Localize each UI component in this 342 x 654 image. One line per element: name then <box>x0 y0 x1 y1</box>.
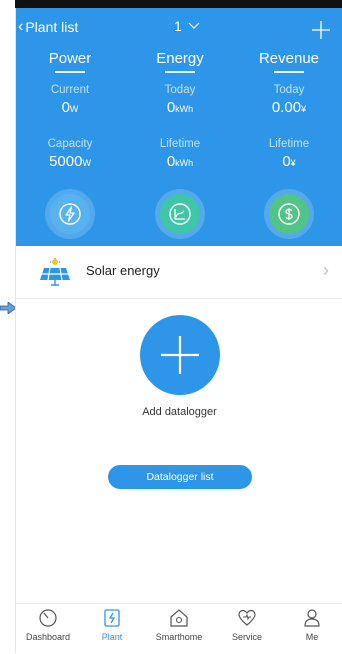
tab-underline <box>165 71 195 73</box>
lifetime-revenue-stat: Lifetime 0¥ <box>249 138 329 170</box>
top-nav: ‹ Plant list 1 <box>16 18 342 42</box>
add-datalogger-label: Add datalogger <box>142 406 217 418</box>
nav-service-label: Service <box>231 632 262 642</box>
lifetime-energy-value: 0kWh <box>166 153 194 170</box>
lifetime-revenue-label: Lifetime <box>268 138 310 150</box>
capacity-label: Capacity <box>47 138 93 150</box>
today-energy-label: Today <box>164 84 196 96</box>
plus-icon <box>161 336 199 374</box>
plus-icon <box>312 21 330 39</box>
capacity-value: 5000W <box>49 153 91 170</box>
chart-icon <box>169 203 191 225</box>
current-value: 0W <box>61 99 79 116</box>
tab-energy-label: Energy <box>156 50 204 67</box>
tab-revenue-label: Revenue <box>258 50 320 67</box>
nav-me-label: Me <box>305 632 319 642</box>
status-bar-strip <box>15 0 342 8</box>
plant-icon <box>104 609 120 627</box>
solar-energy-row[interactable]: Solar energy › <box>16 246 342 299</box>
lifetime-energy-stat: Lifetime 0kWh <box>140 138 220 170</box>
revenue-detail-button[interactable] <box>269 194 309 234</box>
pointer-arrow-icon <box>0 302 16 314</box>
nav-smarthome-label: Smarthome <box>155 632 203 642</box>
capacity-stat: Capacity 5000W <box>30 138 110 170</box>
back-label: Plant list <box>25 19 79 35</box>
lifetime-energy-label: Lifetime <box>159 138 201 150</box>
today-energy-value: 0kWh <box>166 99 194 116</box>
solar-panel-icon <box>40 258 70 286</box>
service-icon <box>238 609 256 626</box>
nav-smarthome[interactable]: Smarthome <box>147 608 211 642</box>
tab-power[interactable]: Power <box>30 50 110 73</box>
nav-dashboard[interactable]: Dashboard <box>16 608 80 642</box>
plant-summary-header: ‹ Plant list 1 Power Energy Revenue Curr… <box>16 8 342 246</box>
tab-power-label: Power <box>48 50 92 67</box>
app-screen: ‹ Plant list 1 Power Energy Revenue Curr… <box>15 8 342 654</box>
tab-underline <box>55 71 85 73</box>
smarthome-icon <box>170 609 188 627</box>
tab-revenue[interactable]: Revenue <box>249 50 329 73</box>
add-datalogger-button[interactable] <box>140 315 220 395</box>
plant-selector[interactable]: 1 <box>174 18 200 34</box>
today-revenue-stat: Today 0.00¥ <box>249 84 329 116</box>
lifetime-revenue-value: 0¥ <box>282 153 296 170</box>
me-icon <box>304 609 320 627</box>
datalogger-list-button[interactable]: Datalogger list <box>108 465 252 489</box>
add-plant-button[interactable] <box>311 14 331 47</box>
chevron-down-icon <box>188 22 200 29</box>
power-detail-button[interactable] <box>50 194 90 234</box>
nav-dashboard-label: Dashboard <box>25 632 71 642</box>
tab-energy[interactable]: Energy <box>140 50 220 73</box>
nav-me[interactable]: Me <box>280 608 342 642</box>
current-label: Current <box>50 84 90 96</box>
dashboard-icon <box>39 609 57 627</box>
chevron-left-icon: ‹ <box>18 18 24 35</box>
chevron-right-icon: › <box>323 260 329 280</box>
today-revenue-value: 0.00¥ <box>271 99 307 116</box>
lightning-icon <box>59 203 81 225</box>
back-button[interactable]: ‹ Plant list <box>18 18 78 36</box>
today-energy-stat: Today 0kWh <box>140 84 220 116</box>
bottom-nav: Dashboard Plant Smarthome Service Me <box>16 603 342 654</box>
energy-detail-button[interactable] <box>160 194 200 234</box>
plant-number: 1 <box>174 18 182 34</box>
tab-underline <box>274 71 304 73</box>
today-revenue-label: Today <box>273 84 305 96</box>
dollar-icon <box>278 203 300 225</box>
nav-service[interactable]: Service <box>215 608 279 642</box>
nav-plant[interactable]: Plant <box>80 608 144 642</box>
solar-energy-label: Solar energy <box>86 263 160 278</box>
current-power-stat: Current 0W <box>30 84 110 116</box>
nav-plant-label: Plant <box>101 632 123 642</box>
